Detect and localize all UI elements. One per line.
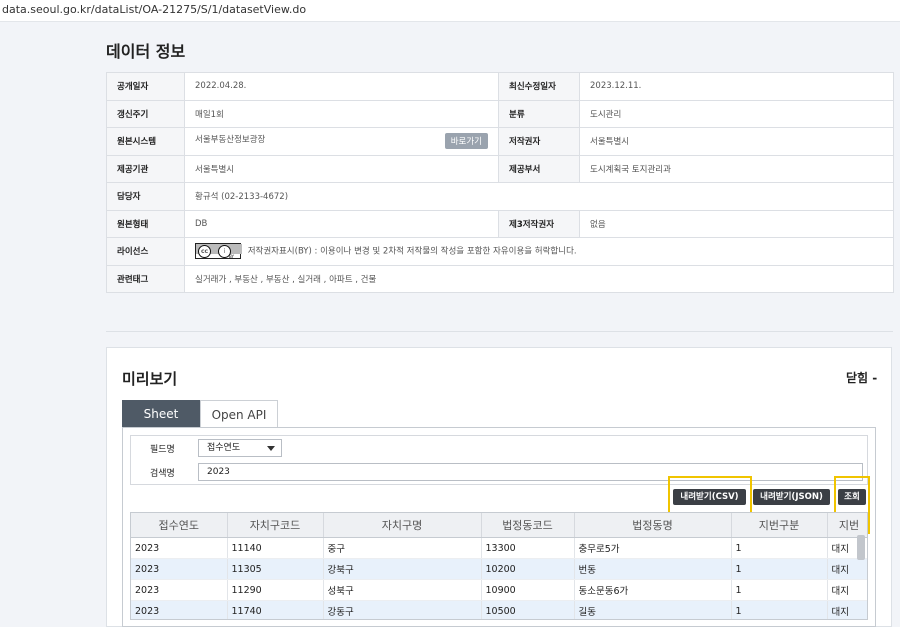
search-input[interactable] — [198, 463, 863, 481]
copyright-holder-value: 서울특별시 — [579, 127, 894, 156]
department-value: 도시계획국 토지관리과 — [579, 154, 894, 183]
table-cell: 성북구 — [323, 579, 482, 601]
table-row[interactable]: 2023 11305 강북구 10200 번동 1 대지 — [131, 558, 867, 580]
tab-open-api[interactable]: Open API — [200, 400, 278, 428]
column-header[interactable]: 법정동코드 — [481, 513, 575, 538]
copyright-holder-label: 저작권자 — [498, 127, 580, 156]
table-cell: 2023 — [131, 600, 228, 619]
category-label: 분류 — [498, 99, 580, 128]
table-cell: 대지 — [827, 600, 867, 619]
contact-value: 황규석 (02-2133-4672) — [184, 182, 894, 211]
column-header[interactable]: 접수연도 — [131, 513, 228, 538]
grid-scrollbar-thumb[interactable] — [857, 535, 865, 560]
update-cycle-value: 매일1회 — [184, 99, 499, 128]
section-divider — [106, 331, 893, 332]
table-cell: 길동 — [574, 600, 732, 619]
update-cycle-label: 갱신주기 — [106, 99, 185, 128]
license-label: 라이선스 — [106, 237, 185, 266]
field-label: 필드명 — [150, 445, 175, 455]
column-header[interactable]: 자치구명 — [323, 513, 482, 538]
table-cell: 대지 — [827, 558, 867, 580]
license-cell: cc i BY 저작권자표시(BY) : 이용이나 변경 및 2차적 저작물의 작성… — [184, 237, 894, 266]
table-cell: 강동구 — [323, 600, 482, 619]
last-modified-value: 2023.12.11. — [579, 72, 894, 101]
table-cell: 1 — [731, 600, 828, 619]
table-cell: 강북구 — [323, 558, 482, 580]
preview-close-toggle[interactable]: 닫힘 - — [846, 369, 877, 386]
third-party-value: 없음 — [579, 209, 894, 238]
dropdown-arrow-icon — [267, 446, 275, 451]
table-cell: 11740 — [227, 600, 324, 619]
table-cell: 동소문동6가 — [574, 579, 732, 601]
table-cell: 2023 — [131, 558, 228, 580]
info-table: 공개일자 2022.04.28. 최신수정일자 2023.12.11. 갱신주기… — [106, 72, 894, 293]
column-header[interactable]: 지번구분 — [731, 513, 828, 538]
field-select-value: 접수연도 — [207, 443, 241, 453]
tags-value: 실거래가 , 부동산 , 부동산 , 실거래 , 아파트 , 건물 — [184, 264, 894, 293]
column-header[interactable]: 자치구코드 — [227, 513, 324, 538]
table-cell: 중구 — [323, 537, 482, 559]
column-header[interactable]: 지번 — [827, 513, 867, 538]
source-system-label: 원본시스템 — [106, 127, 185, 156]
table-row[interactable]: 2023 11140 중구 13300 충무로5가 1 대지 — [131, 537, 867, 559]
table-cell: 1 — [731, 579, 828, 601]
field-select[interactable]: 접수연도 — [198, 439, 282, 457]
table-row[interactable]: 2023 11290 성북구 10900 동소문동6가 1 대지 — [131, 579, 867, 601]
table-cell: 13300 — [481, 537, 575, 559]
table-cell: 1 — [731, 558, 828, 580]
table-cell: 11305 — [227, 558, 324, 580]
category-value: 도시관리 — [579, 99, 894, 128]
preview-title: 미리보기 — [122, 370, 178, 388]
publish-date-value: 2022.04.28. — [184, 72, 499, 101]
search-label: 검색명 — [150, 469, 175, 479]
contact-label: 담당자 — [106, 182, 185, 211]
address-bar[interactable]: data.seoul.go.kr/dataList/OA-21275/S/1/d… — [0, 0, 900, 22]
last-modified-label: 최신수정일자 — [498, 72, 580, 101]
table-row[interactable]: 2023 11740 강동구 10500 길동 1 대지 — [131, 600, 867, 619]
table-cell: 11140 — [227, 537, 324, 559]
section-title: 데이터 정보 — [106, 42, 186, 61]
download-json-button[interactable]: 내려받기(JSON) — [753, 489, 830, 505]
table-cell: 10900 — [481, 579, 575, 601]
table-cell: 1 — [731, 537, 828, 559]
provider-label: 제공기관 — [106, 154, 185, 183]
provider-value: 서울특별시 — [184, 154, 499, 183]
source-format-value: DB — [184, 209, 499, 238]
column-header[interactable]: 법정동명 — [574, 513, 732, 538]
preview-grid: 접수연도 자치구코드 자치구명 법정동코드 법정동명 지번구분 지번 2023 … — [130, 512, 868, 620]
table-cell: 대지 — [827, 579, 867, 601]
source-system-value: 서울부동산정보광장 — [195, 135, 266, 146]
table-cell: 10200 — [481, 558, 575, 580]
tags-label: 관련태그 — [106, 264, 185, 293]
table-cell: 번동 — [574, 558, 732, 580]
source-system-cell: 서울부동산정보광장 바로가기 — [184, 127, 499, 156]
tab-sheet[interactable]: Sheet — [122, 400, 200, 428]
table-cell: 10500 — [481, 600, 575, 619]
publish-date-label: 공개일자 — [106, 72, 185, 101]
third-party-label: 제3저작권자 — [498, 209, 580, 238]
table-cell: 2023 — [131, 579, 228, 601]
source-format-label: 원본형태 — [106, 209, 185, 238]
shortcut-button[interactable]: 바로가기 — [444, 133, 488, 150]
license-text: 저작권자표시(BY) : 이용이나 변경 및 2차적 저작물의 작성을 포함한 … — [247, 246, 577, 257]
department-label: 제공부서 — [498, 154, 580, 183]
table-cell: 11290 — [227, 579, 324, 601]
table-cell: 2023 — [131, 537, 228, 559]
table-cell: 충무로5가 — [574, 537, 732, 559]
cc-by-license-icon: cc i BY — [195, 243, 242, 260]
